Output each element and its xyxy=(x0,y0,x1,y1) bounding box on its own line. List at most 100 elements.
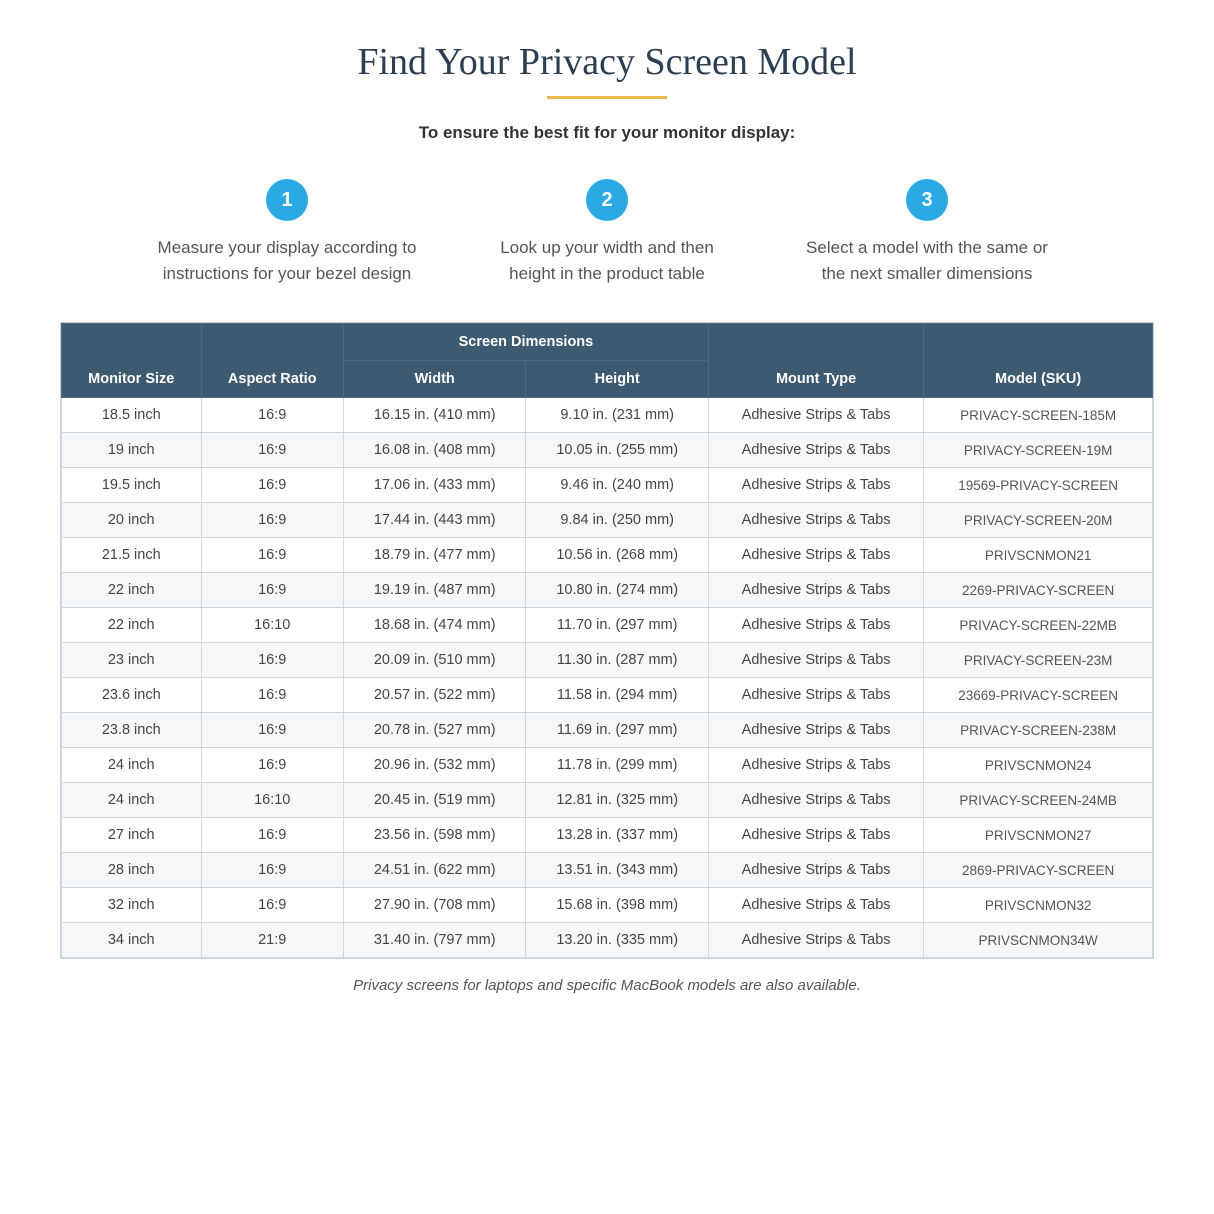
page-title: Find Your Privacy Screen Model xyxy=(60,40,1154,84)
cell-height: 12.81 in. (325 mm) xyxy=(526,783,708,818)
steps-row: 1 Measure your display according to inst… xyxy=(60,179,1154,286)
cell-height: 10.05 in. (255 mm) xyxy=(526,433,708,468)
cell-monitor-size: 19 inch xyxy=(62,433,202,468)
cell-mount-type: Adhesive Strips & Tabs xyxy=(708,468,923,503)
cell-aspect-ratio: 16:9 xyxy=(201,643,343,678)
table-row: 19 inch 16:9 16.08 in. (408 mm) 10.05 in… xyxy=(62,433,1153,468)
cell-monitor-size: 19.5 inch xyxy=(62,468,202,503)
table-row: 22 inch 16:9 19.19 in. (487 mm) 10.80 in… xyxy=(62,573,1153,608)
cell-width: 18.79 in. (477 mm) xyxy=(343,538,525,573)
cell-monitor-size: 24 inch xyxy=(62,783,202,818)
cell-aspect-ratio: 16:9 xyxy=(201,503,343,538)
cell-aspect-ratio: 16:9 xyxy=(201,433,343,468)
cell-sku: PRIVSCNMON24 xyxy=(924,748,1153,783)
step-2-circle: 2 xyxy=(586,179,628,221)
cell-aspect-ratio: 16:9 xyxy=(201,888,343,923)
cell-width: 27.90 in. (708 mm) xyxy=(343,888,525,923)
cell-monitor-size: 23.6 inch xyxy=(62,678,202,713)
cell-monitor-size: 32 inch xyxy=(62,888,202,923)
col-mount-type: Mount Type xyxy=(708,324,923,398)
cell-height: 9.46 in. (240 mm) xyxy=(526,468,708,503)
cell-monitor-size: 23 inch xyxy=(62,643,202,678)
cell-monitor-size: 22 inch xyxy=(62,573,202,608)
cell-sku: PRIVACY-SCREEN-22MB xyxy=(924,608,1153,643)
cell-height: 11.30 in. (287 mm) xyxy=(526,643,708,678)
cell-height: 11.70 in. (297 mm) xyxy=(526,608,708,643)
cell-width: 20.45 in. (519 mm) xyxy=(343,783,525,818)
cell-monitor-size: 24 inch xyxy=(62,748,202,783)
cell-width: 23.56 in. (598 mm) xyxy=(343,818,525,853)
step-1-text: Measure your display according to instru… xyxy=(157,235,417,286)
cell-mount-type: Adhesive Strips & Tabs xyxy=(708,643,923,678)
product-table: Monitor Size Aspect Ratio Screen Dimensi… xyxy=(61,323,1153,958)
cell-mount-type: Adhesive Strips & Tabs xyxy=(708,678,923,713)
cell-aspect-ratio: 16:9 xyxy=(201,818,343,853)
cell-aspect-ratio: 16:9 xyxy=(201,468,343,503)
cell-height: 10.80 in. (274 mm) xyxy=(526,573,708,608)
cell-height: 15.68 in. (398 mm) xyxy=(526,888,708,923)
table-row: 28 inch 16:9 24.51 in. (622 mm) 13.51 in… xyxy=(62,853,1153,888)
cell-width: 20.09 in. (510 mm) xyxy=(343,643,525,678)
cell-height: 13.20 in. (335 mm) xyxy=(526,923,708,958)
table-header-top: Monitor Size Aspect Ratio Screen Dimensi… xyxy=(62,324,1153,361)
cell-monitor-size: 28 inch xyxy=(62,853,202,888)
cell-mount-type: Adhesive Strips & Tabs xyxy=(708,538,923,573)
cell-width: 16.15 in. (410 mm) xyxy=(343,398,525,433)
cell-sku: PRIVACY-SCREEN-238M xyxy=(924,713,1153,748)
cell-sku: PRIVACY-SCREEN-20M xyxy=(924,503,1153,538)
footer-note: Privacy screens for laptops and specific… xyxy=(60,977,1154,994)
cell-monitor-size: 27 inch xyxy=(62,818,202,853)
cell-width: 18.68 in. (474 mm) xyxy=(343,608,525,643)
cell-sku: PRIVACY-SCREEN-24MB xyxy=(924,783,1153,818)
cell-mount-type: Adhesive Strips & Tabs xyxy=(708,783,923,818)
col-aspect-ratio: Aspect Ratio xyxy=(201,324,343,398)
table-row: 24 inch 16:10 20.45 in. (519 mm) 12.81 i… xyxy=(62,783,1153,818)
cell-sku: PRIVACY-SCREEN-23M xyxy=(924,643,1153,678)
cell-sku: 2269-PRIVACY-SCREEN xyxy=(924,573,1153,608)
cell-monitor-size: 20 inch xyxy=(62,503,202,538)
cell-aspect-ratio: 16:9 xyxy=(201,573,343,608)
cell-monitor-size: 18.5 inch xyxy=(62,398,202,433)
step-1: 1 Measure your display according to inst… xyxy=(157,179,417,286)
step-2: 2 Look up your width and then height in … xyxy=(477,179,737,286)
cell-aspect-ratio: 16:9 xyxy=(201,398,343,433)
cell-aspect-ratio: 16:9 xyxy=(201,678,343,713)
table-row: 19.5 inch 16:9 17.06 in. (433 mm) 9.46 i… xyxy=(62,468,1153,503)
cell-sku: PRIVSCNMON32 xyxy=(924,888,1153,923)
cell-mount-type: Adhesive Strips & Tabs xyxy=(708,433,923,468)
cell-monitor-size: 23.8 inch xyxy=(62,713,202,748)
cell-height: 9.84 in. (250 mm) xyxy=(526,503,708,538)
cell-sku: PRIVACY-SCREEN-19M xyxy=(924,433,1153,468)
cell-mount-type: Adhesive Strips & Tabs xyxy=(708,923,923,958)
cell-mount-type: Adhesive Strips & Tabs xyxy=(708,573,923,608)
cell-height: 9.10 in. (231 mm) xyxy=(526,398,708,433)
step-3-circle: 3 xyxy=(906,179,948,221)
step-3-text: Select a model with the same or the next… xyxy=(797,235,1057,286)
table-row: 21.5 inch 16:9 18.79 in. (477 mm) 10.56 … xyxy=(62,538,1153,573)
cell-height: 13.28 in. (337 mm) xyxy=(526,818,708,853)
cell-sku: PRIVSCNMON21 xyxy=(924,538,1153,573)
cell-mount-type: Adhesive Strips & Tabs xyxy=(708,608,923,643)
table-row: 32 inch 16:9 27.90 in. (708 mm) 15.68 in… xyxy=(62,888,1153,923)
cell-monitor-size: 22 inch xyxy=(62,608,202,643)
table-row: 24 inch 16:9 20.96 in. (532 mm) 11.78 in… xyxy=(62,748,1153,783)
cell-aspect-ratio: 16:10 xyxy=(201,783,343,818)
cell-height: 11.69 in. (297 mm) xyxy=(526,713,708,748)
step-1-circle: 1 xyxy=(266,179,308,221)
table-body: 18.5 inch 16:9 16.15 in. (410 mm) 9.10 i… xyxy=(62,398,1153,958)
table-row: 18.5 inch 16:9 16.15 in. (410 mm) 9.10 i… xyxy=(62,398,1153,433)
cell-mount-type: Adhesive Strips & Tabs xyxy=(708,398,923,433)
cell-width: 19.19 in. (487 mm) xyxy=(343,573,525,608)
table-row: 20 inch 16:9 17.44 in. (443 mm) 9.84 in.… xyxy=(62,503,1153,538)
cell-sku: 2869-PRIVACY-SCREEN xyxy=(924,853,1153,888)
cell-aspect-ratio: 16:10 xyxy=(201,608,343,643)
cell-width: 17.06 in. (433 mm) xyxy=(343,468,525,503)
table-row: 22 inch 16:10 18.68 in. (474 mm) 11.70 i… xyxy=(62,608,1153,643)
cell-aspect-ratio: 21:9 xyxy=(201,923,343,958)
col-height: Height xyxy=(526,361,708,398)
cell-height: 11.78 in. (299 mm) xyxy=(526,748,708,783)
product-table-wrapper: Monitor Size Aspect Ratio Screen Dimensi… xyxy=(60,322,1154,959)
cell-sku: PRIVSCNMON34W xyxy=(924,923,1153,958)
cell-mount-type: Adhesive Strips & Tabs xyxy=(708,853,923,888)
cell-height: 10.56 in. (268 mm) xyxy=(526,538,708,573)
